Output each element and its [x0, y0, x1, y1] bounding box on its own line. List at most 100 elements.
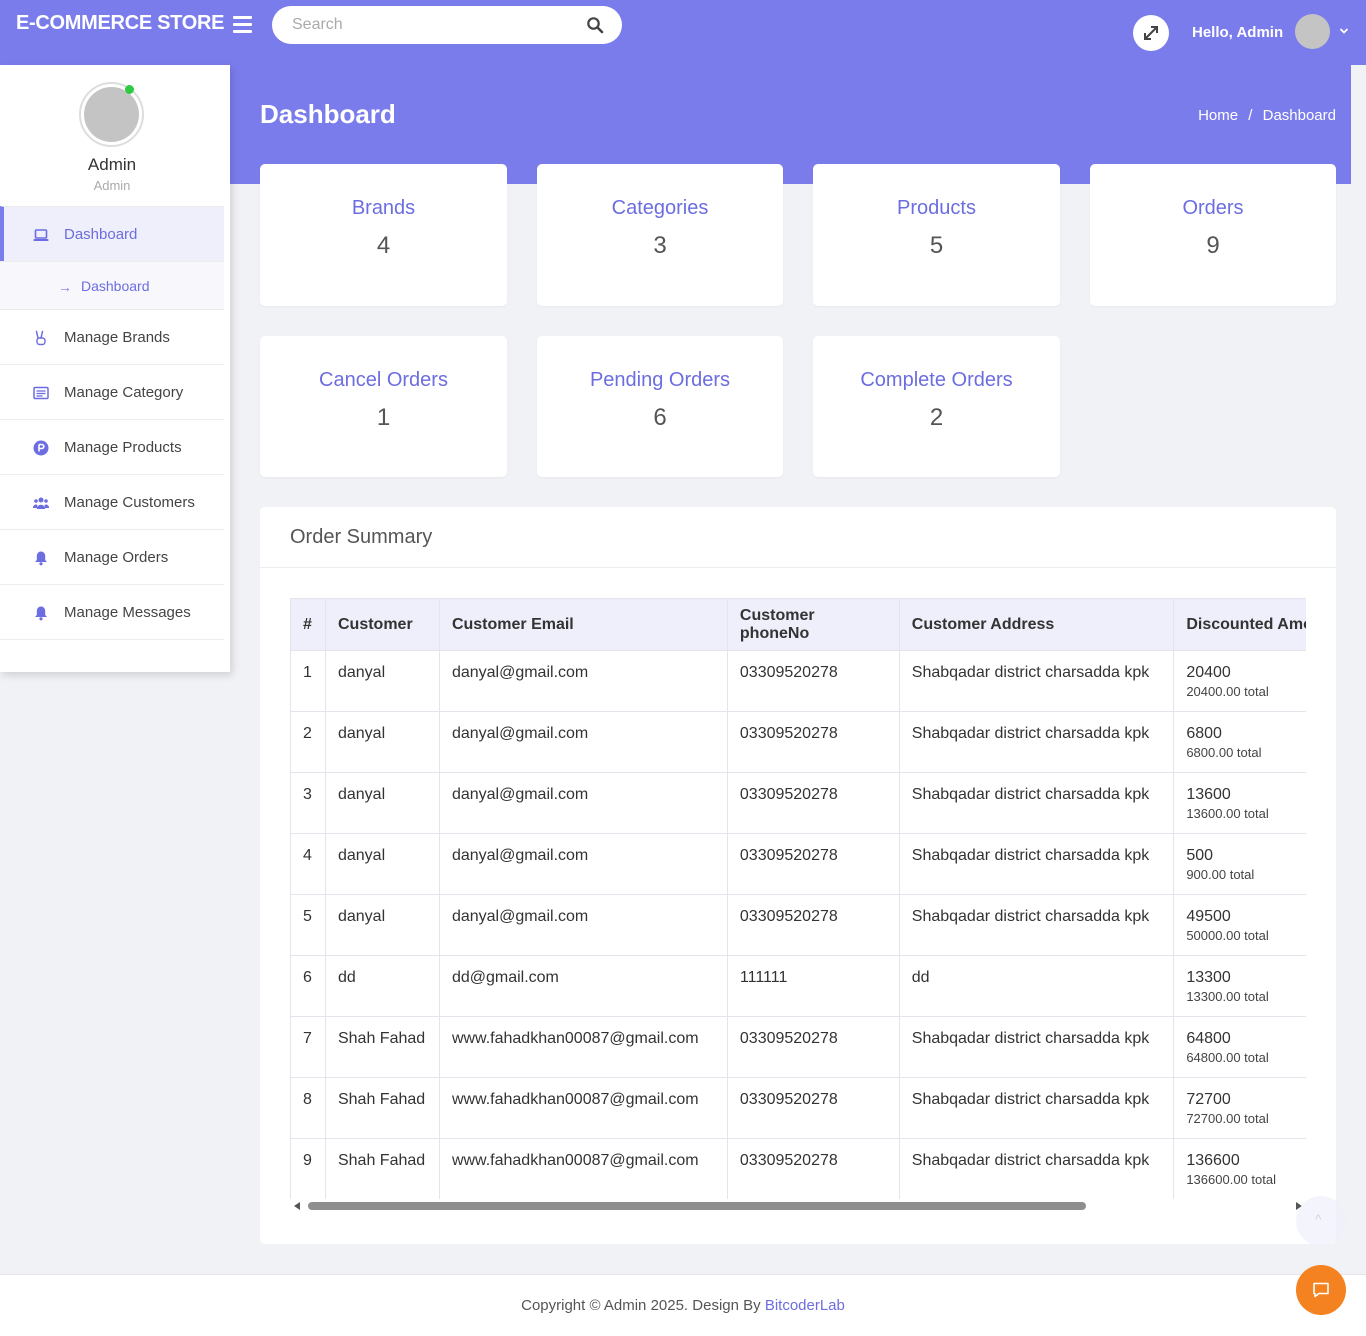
cell-address: Shabqadar district charsadda kpk	[898, 1077, 1175, 1139]
total-amount: 64800.00 total	[1186, 1050, 1269, 1065]
cell-email: danyal@gmail.com	[438, 711, 728, 773]
order-table: # Customer Customer Email Customer phone…	[290, 598, 1306, 1199]
stat-card-title: Complete Orders	[860, 369, 1013, 391]
discounted-amount: 13600	[1186, 786, 1231, 803]
cell-amount: 500 900.00 total	[1173, 833, 1306, 895]
search-input[interactable]	[292, 6, 582, 44]
greeting-username: Admin	[1236, 24, 1284, 41]
stat-card-pending-orders[interactable]: Pending Orders 6	[537, 336, 783, 477]
laptop-icon	[33, 229, 49, 241]
brand-logo-text[interactable]: E-COMMERCE STORE	[16, 12, 224, 35]
sidebar-item-dashboard[interactable]: Dashboard	[0, 206, 224, 261]
cell-number: 6	[290, 955, 326, 1017]
stat-card-title: Categories	[611, 197, 709, 219]
cell-email: danyal@gmail.com	[438, 772, 728, 834]
total-amount: 72700.00 total	[1186, 1111, 1269, 1126]
chat-button[interactable]	[1296, 1265, 1346, 1315]
column-header-customer: Customer	[324, 598, 440, 651]
cell-email: danyal@gmail.com	[438, 894, 728, 956]
total-amount: 13600.00 total	[1186, 806, 1269, 821]
designer-link[interactable]: BitcoderLab	[765, 1297, 845, 1314]
breadcrumb-home-link[interactable]: Home	[1198, 107, 1238, 124]
scroll-to-top-button[interactable]: ^	[1296, 1196, 1346, 1246]
total-amount: 6800.00 total	[1186, 745, 1262, 760]
copyright-text: Copyright © Admin 2025. Design By Bitcod…	[0, 1297, 1366, 1314]
cell-phone: 03309520278	[726, 772, 900, 834]
stat-card-complete-orders[interactable]: Complete Orders 2	[813, 336, 1060, 477]
table-header-row: # Customer Customer Email Customer phone…	[290, 598, 1306, 651]
breadcrumb-current: Dashboard	[1262, 107, 1336, 124]
cell-number: 8	[290, 1077, 326, 1139]
horizontal-scrollbar[interactable]	[290, 1199, 1306, 1213]
cell-amount: 20400 20400.00 total	[1173, 650, 1306, 712]
sidebar-item-orders[interactable]: Manage Orders	[0, 529, 224, 584]
scroll-left-arrow-icon[interactable]	[294, 1202, 300, 1210]
cell-amount: 13600 13600.00 total	[1173, 772, 1306, 834]
cell-number: 7	[290, 1016, 326, 1078]
column-header-discounted-amount: Discounted Amount	[1173, 598, 1306, 651]
cell-phone: 03309520278	[726, 1016, 900, 1078]
sidebar-item-messages[interactable]: Manage Messages	[0, 584, 224, 639]
total-amount: 900.00 total	[1186, 867, 1255, 882]
discounted-amount: 20400	[1186, 664, 1231, 681]
sidebar-item-customers[interactable]: Manage Customers	[0, 474, 224, 529]
cell-number: 9	[290, 1138, 326, 1199]
stat-card-orders[interactable]: Orders 9	[1090, 164, 1336, 306]
arrow-right-icon: →	[58, 279, 72, 295]
table-row: 1 danyal danyal@gmail.com 03309520278 Sh…	[290, 650, 1306, 712]
user-avatar[interactable]	[1295, 14, 1330, 49]
table-row: 8 Shah Fahad www.fahadkhan00087@gmail.co…	[290, 1077, 1306, 1139]
online-status-dot	[125, 85, 134, 94]
cell-address: Shabqadar district charsadda kpk	[898, 1016, 1175, 1078]
cell-customer: danyal	[324, 772, 440, 834]
search-box	[272, 6, 622, 44]
order-summary-title: Order Summary	[290, 526, 433, 548]
discounted-amount: 72700	[1186, 1091, 1231, 1108]
stat-card-value: 9	[1206, 232, 1220, 259]
sidebar-item-products[interactable]: Manage Products	[0, 419, 224, 474]
stat-card-title: Orders	[1182, 197, 1244, 219]
discounted-amount: 64800	[1186, 1030, 1231, 1047]
table-row: 5 danyal danyal@gmail.com 03309520278 Sh…	[290, 894, 1306, 956]
cell-address: Shabqadar district charsadda kpk	[898, 894, 1175, 956]
profile-avatar[interactable]	[79, 82, 144, 147]
table-row: 6 dd dd@gmail.com 111111 dd 13300 13300.0…	[290, 955, 1306, 1017]
cell-customer: Shah Fahad	[324, 1138, 440, 1199]
menu-toggle-icon[interactable]	[233, 16, 252, 33]
cell-customer: danyal	[324, 833, 440, 895]
stat-card-brands[interactable]: Brands 4	[260, 164, 507, 306]
scrollbar-thumb[interactable]	[308, 1202, 1086, 1210]
chevron-down-icon[interactable]	[1339, 27, 1349, 35]
cell-number: 4	[290, 833, 326, 895]
table-row: 7 Shah Fahad www.fahadkhan00087@gmail.co…	[290, 1016, 1306, 1078]
cell-address: Shabqadar district charsadda kpk	[898, 650, 1175, 712]
cell-address: Shabqadar district charsadda kpk	[898, 1138, 1175, 1199]
cell-email: danyal@gmail.com	[438, 833, 728, 895]
sidebar-item-label: Manage Products	[64, 439, 182, 456]
cell-customer: Shah Fahad	[324, 1077, 440, 1139]
stat-card-title: Products	[897, 197, 976, 219]
order-table-scroll[interactable]: # Customer Customer Email Customer phone…	[290, 598, 1306, 1199]
sidebar-item-label: Manage Brands	[64, 329, 170, 346]
top-navbar: E-COMMERCE STORE Hello, Admin	[0, 0, 1366, 65]
stat-card-products[interactable]: Products 5	[813, 164, 1060, 306]
total-amount: 13300.00 total	[1186, 989, 1269, 1004]
profile-role: Admin	[93, 178, 131, 193]
cell-email: www.fahadkhan00087@gmail.com	[438, 1016, 728, 1078]
copyright-label: Copyright © Admin 2025. Design By	[521, 1297, 761, 1314]
stat-card-categories[interactable]: Categories 3	[537, 164, 783, 306]
sidebar-item-brands[interactable]: Manage Brands	[0, 309, 224, 364]
fullscreen-button[interactable]	[1133, 15, 1169, 51]
column-header-address: Customer Address	[898, 598, 1175, 651]
total-amount: 136600.00 total	[1186, 1172, 1276, 1187]
search-icon[interactable]	[586, 16, 604, 34]
cell-amount: 64800 64800.00 total	[1173, 1016, 1306, 1078]
stat-card-cancel-orders[interactable]: Cancel Orders 1	[260, 336, 507, 477]
cell-number: 1	[290, 650, 326, 712]
sidebar-item-category[interactable]: Manage Category	[0, 364, 224, 419]
cell-email: danyal@gmail.com	[438, 650, 728, 712]
sidebar-subitem-dashboard[interactable]: → Dashboard	[0, 261, 224, 309]
discounted-amount: 6800	[1186, 725, 1222, 742]
column-header-phone: Customer phoneNo	[726, 598, 900, 651]
user-greeting: Hello, Admin	[1192, 24, 1283, 41]
